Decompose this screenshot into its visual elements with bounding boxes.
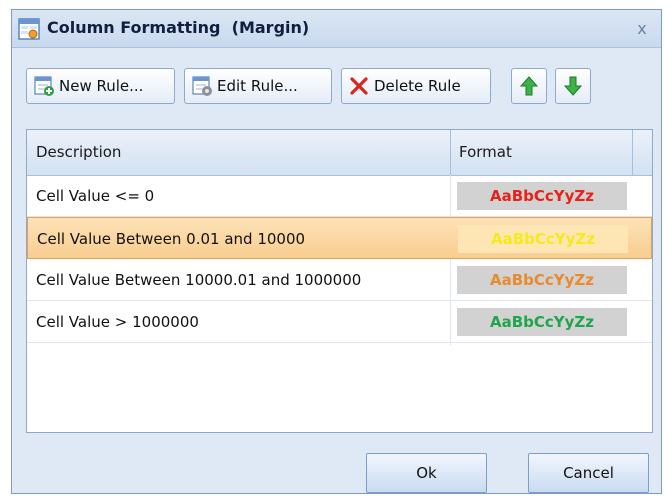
- new-rule-icon: [34, 76, 54, 96]
- cancel-button[interactable]: Cancel: [528, 453, 649, 493]
- format-preview: AaBbCcYyZz: [457, 266, 627, 294]
- table-row[interactable]: Cell Value > 1000000 AaBbCcYyZz: [27, 301, 652, 343]
- rule-description: Cell Value Between 0.01 and 10000: [37, 230, 306, 248]
- column-formatting-dialog: Column Formatting (Margin) x New Rule...: [11, 9, 662, 494]
- new-rule-label: New Rule...: [59, 77, 144, 95]
- column-header-format[interactable]: Format: [459, 130, 512, 175]
- close-icon[interactable]: x: [631, 18, 653, 40]
- ok-button[interactable]: Ok: [366, 453, 487, 493]
- dialog-title: Column Formatting (Margin): [47, 18, 310, 37]
- new-rule-button[interactable]: New Rule...: [26, 68, 175, 104]
- column-header-description[interactable]: Description: [36, 130, 121, 175]
- edit-rule-button[interactable]: Edit Rule...: [184, 68, 332, 104]
- table-row[interactable]: Cell Value Between 10000.01 and 1000000 …: [27, 259, 652, 301]
- edit-rule-label: Edit Rule...: [217, 77, 298, 95]
- arrow-up-icon: [519, 76, 539, 96]
- delete-x-icon: [350, 77, 368, 95]
- rule-description: Cell Value <= 0: [36, 187, 155, 205]
- table-row[interactable]: Cell Value Between 0.01 and 10000 AaBbCc…: [27, 217, 652, 259]
- rule-description: Cell Value > 1000000: [36, 313, 199, 331]
- grid-header: Description Format: [27, 130, 652, 176]
- column-format-icon: [18, 18, 40, 40]
- edit-rule-icon: [192, 76, 212, 96]
- delete-rule-button[interactable]: Delete Rule: [341, 68, 491, 104]
- format-preview: AaBbCcYyZz: [458, 225, 628, 253]
- rule-description: Cell Value Between 10000.01 and 1000000: [36, 271, 362, 289]
- title-bar[interactable]: Column Formatting (Margin) x: [12, 10, 661, 48]
- header-divider: [450, 130, 451, 175]
- format-preview: AaBbCcYyZz: [457, 182, 627, 210]
- format-preview: AaBbCcYyZz: [457, 308, 627, 336]
- move-up-button[interactable]: [511, 68, 547, 104]
- delete-rule-label: Delete Rule: [374, 77, 461, 95]
- rules-grid: Description Format Cell Value <= 0 AaBbC…: [26, 129, 653, 433]
- table-row[interactable]: Cell Value <= 0 AaBbCcYyZz: [27, 175, 652, 217]
- header-divider: [632, 130, 633, 175]
- move-down-button[interactable]: [555, 68, 591, 104]
- arrow-down-icon: [563, 76, 583, 96]
